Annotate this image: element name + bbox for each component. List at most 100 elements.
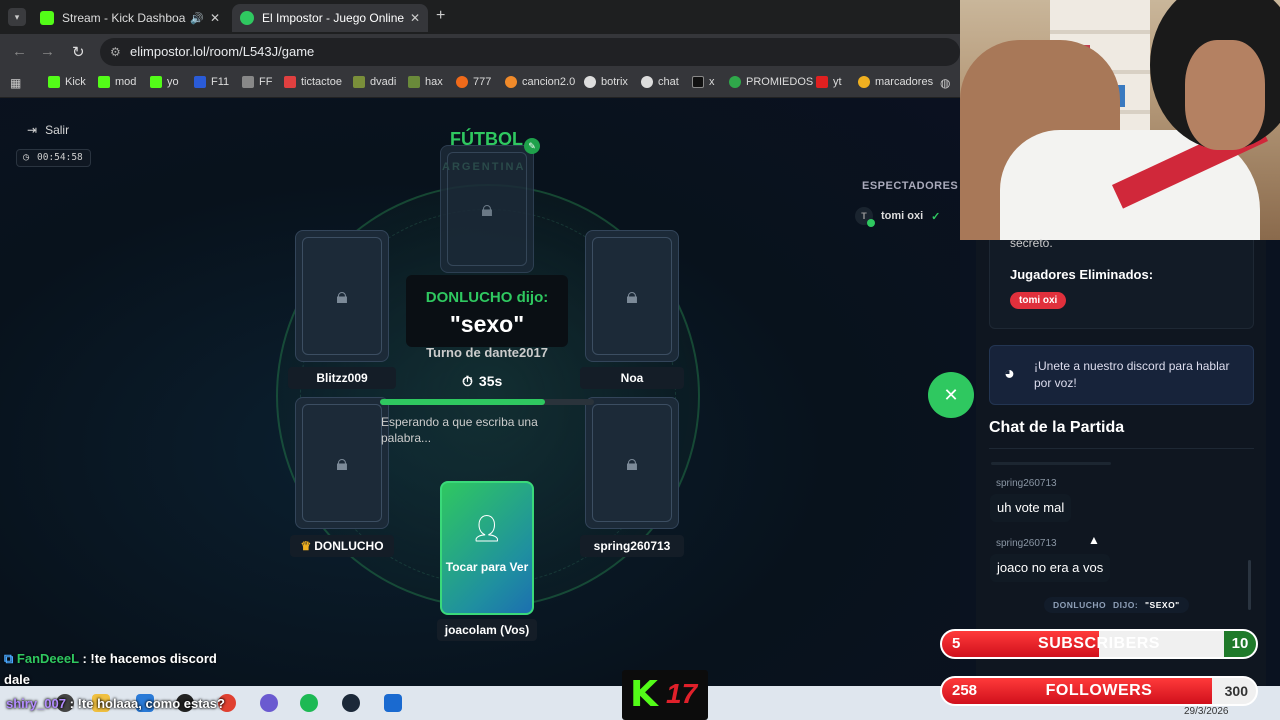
waiting-message: Esperando a que escriba una palabra... [381,415,538,445]
player-card-spring[interactable]: 🔒︎ [585,397,679,529]
f11-icon [194,76,206,88]
close-fab-icon[interactable]: ✕ [928,372,974,418]
bookmark-label: hax [425,76,443,88]
dvadi-icon [353,76,365,88]
bookmark-label: chat [658,76,679,88]
tab-list-icon[interactable]: ▾ [8,8,26,26]
divider [991,462,1111,465]
tab-kick-dashboard[interactable]: Stream - Kick Dashboard 🔊 ✕ [32,4,228,32]
back-icon[interactable]: ← [12,43,27,60]
bookmark-777[interactable]: 777 [456,76,491,88]
taskbar-app-icon[interactable] [384,694,402,712]
speaker-icon[interactable]: 🔊 [190,12,204,25]
game-timer: ◷ 00:54:58 [16,149,91,167]
url-field[interactable]: ⚙ elimpostor.lol/room/L543J/game [100,38,960,66]
subscribers-goal-bar: 5 SUBSCRIBERS 10 [940,629,1258,659]
badge-icon: ⧉ [4,651,14,666]
bookmark-ff[interactable]: FF [242,76,272,88]
kick-icon [40,11,54,25]
eliminated-title: Jugadores Eliminados: [1010,267,1154,282]
address-bar: ← → ↻ ⚙ elimpostor.lol/room/L543J/game [0,34,960,70]
turn-label: Turno de dante2017 [426,345,548,360]
exit-icon: ⇥ [27,123,38,137]
stream-chat-line: ⧉ FanDeeeL : !te hacemos discord [4,651,217,667]
new-tab-icon[interactable]: + [436,7,445,25]
person-icon: 👤︎ [470,513,504,543]
chat-user: FanDeeeL [16,651,79,666]
globe-icon[interactable]: ◍ [940,76,950,90]
close-tab-icon[interactable]: ✕ [210,11,220,25]
reveal-card[interactable]: 👤︎ Tocar para Ver [440,481,534,615]
stopwatch-icon: ⏱ [462,373,473,389]
system-user: DONLUCHO [1053,600,1107,610]
followers-goal-bar: 258 FOLLOWERS 300 [940,676,1258,706]
system-message: DONLUCHO DIJO: "SEXO" [1044,597,1189,613]
bookmark-dvadi[interactable]: dvadi [353,76,396,88]
bookmark-kick[interactable]: Kick [48,76,86,88]
forward-icon[interactable]: → [40,43,55,60]
edit-icon[interactable]: ✎ [524,138,540,154]
hax-icon [408,76,420,88]
bookmark-label: F11 [211,76,230,88]
bookmark-promiedos[interactable]: PROMIEDOS [729,76,813,88]
bookmark-x[interactable]: x [692,76,715,88]
discord-banner[interactable]: ◕ ¡Unete a nuestro discord para hablar p… [989,345,1254,405]
tab-el-impostor[interactable]: El Impostor - Juego Online Grat ✕ [232,4,428,32]
bookmark-marcadores[interactable]: marcadores [858,76,933,88]
bookmark-label: yt [833,76,842,88]
turn-progress-bar [380,399,594,405]
reload-icon[interactable]: ↻ [72,43,85,61]
timer-value: 00:54:58 [37,152,83,163]
x-icon [692,76,704,88]
taskbar-date: 29/3/2026 [1184,706,1229,717]
ff-icon [242,76,254,88]
bookmark-tictactoe[interactable]: tictactoe [284,76,342,88]
bookmark-label: mod [115,76,137,88]
bookmark-yt[interactable]: yt [816,76,842,88]
bookmark-label: yo [167,76,179,88]
bookmark-botrix[interactable]: botrix [584,76,628,88]
kick-k-icon: K [630,674,658,715]
spotify-icon[interactable] [300,694,318,712]
goal-target: 10 [1224,631,1256,657]
eliminated-player-tag: tomi oxi [1010,292,1067,309]
player-name: spring260713 [580,535,684,557]
goal-label: SUBSCRIBERS [1038,635,1160,652]
close-tab-icon[interactable]: ✕ [410,11,420,25]
bookmark-label: x [709,76,715,88]
apps-icon[interactable]: ▦ [10,76,21,90]
bookmark-mod[interactable]: mod [98,76,136,88]
category-subtitle: ARGENTINA [442,161,526,173]
category-title: FÚTBOL [450,129,523,149]
url-text: elimpostor.lol/room/L543J/game [130,44,315,59]
bookmark-label: dvadi [370,76,397,88]
player-name: Blitzz009 [288,367,396,389]
steam-icon[interactable] [342,694,360,712]
stream-chat-line-2: shiry_007 : !te holaaa, como estas? [6,696,225,711]
bookmark-label: marcadores [875,76,934,88]
bookmark-cancion[interactable]: cancion2.0 [505,76,575,88]
chat-scrollbar[interactable] [1248,560,1251,610]
bookmark-hax[interactable]: hax [408,76,443,88]
face [1185,40,1265,150]
botrix-icon [584,76,596,88]
progress-fill [380,399,545,405]
player-card-noa[interactable]: 🔒︎ [585,230,679,362]
player-card-donlucho[interactable]: 🔒︎ [295,397,389,529]
spectators-title: ESPECTADORES [862,180,959,192]
bookmark-yo[interactable]: yo [150,76,179,88]
exit-button[interactable]: ⇥ Salir [27,123,69,137]
chat-text: : !te holaaa, como estas? [69,696,225,711]
promiedos-icon [729,76,741,88]
system-word: "SEXO" [1145,600,1180,610]
seventeen-icon: 17 [666,678,698,709]
site-info-icon[interactable]: ⚙ [110,38,121,66]
player-card-blitzz[interactable]: 🔒︎ [295,230,389,362]
bookmark-chat[interactable]: chat [641,76,679,88]
reveal-label: Tocar para Ver [445,560,529,574]
taskbar-app-icon[interactable] [260,694,278,712]
clock-icon: ◷ [23,152,30,163]
screen: ▾ Stream - Kick Dashboard 🔊 ✕ El Imposto… [0,0,1280,720]
bookmark-f11[interactable]: F11 [194,76,229,88]
lock-icon: 🔒︎ [481,196,493,221]
